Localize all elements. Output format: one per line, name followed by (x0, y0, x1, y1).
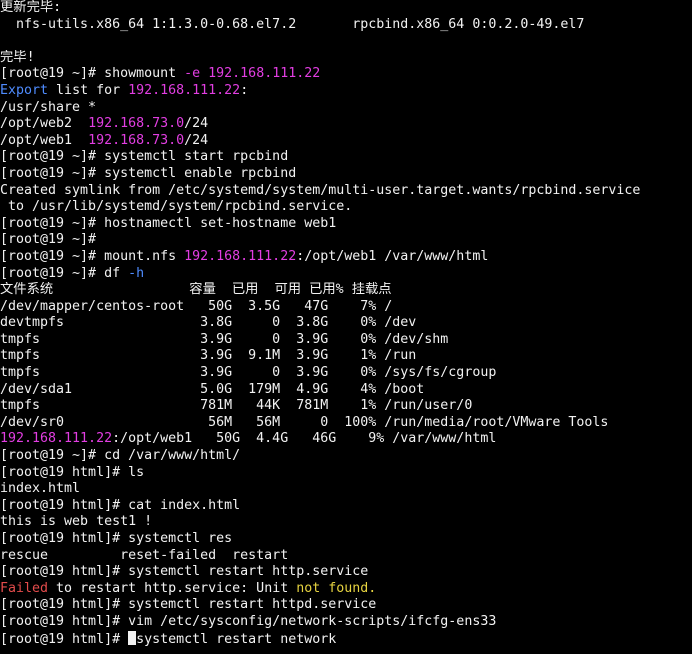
terminal-line: nfs-utils.x86_64 1:1.3.0-0.68.el7.2 rpcb… (0, 17, 692, 34)
terminal-text: [root@19 ~]# cd /var/www/html/ (0, 448, 241, 464)
terminal-text: Created symlink from /etc/systemd/system… (0, 182, 641, 198)
terminal-text: /dev/sda1 5.0G 179M 4.9G 4% /boot (0, 381, 425, 397)
terminal-text: not found. (296, 580, 377, 596)
terminal-line: Failed to restart http.service: Unit not… (0, 581, 692, 598)
terminal-text: [root@19 ~]# systemctl enable rpcbind (0, 165, 297, 181)
terminal-text: [root@19 ~]# mount.nfs (0, 248, 185, 264)
terminal-text: tmpfs 781M 44K 781M 1% /run/user/0 (0, 398, 473, 414)
terminal-text: :/opt/web1 /var/www/html (296, 248, 489, 264)
terminal-text: 更新完毕: (0, 0, 62, 15)
terminal-line: tmpfs 3.9G 0 3.9G 0% /sys/fs/cgroup (0, 365, 692, 382)
terminal-line: /usr/share * (0, 100, 692, 117)
terminal-text: 文件系统 容量 已用 可用 已用% 挂载点 (0, 282, 392, 298)
terminal-line: 192.168.111.22:/opt/web1 50G 4.4G 46G 9%… (0, 431, 692, 448)
terminal-text: devtmpfs 3.8G 0 3.8G 0% /dev (0, 315, 417, 331)
terminal-text: tmpfs 3.9G 0 3.9G 0% /dev/shm (0, 331, 449, 347)
terminal-text: -e (184, 66, 201, 82)
terminal-text: Export (0, 82, 49, 98)
terminal-text: [root@19 ~]# showmount (0, 66, 185, 82)
terminal-line: /dev/sda1 5.0G 179M 4.9G 4% /boot (0, 382, 692, 399)
terminal-text: [root@19 html]# vim /etc/sysconfig/netwo… (0, 613, 497, 629)
terminal-line: [root@19 ~]# hostnamectl set-hostname we… (0, 216, 692, 233)
text-cursor (128, 630, 137, 645)
terminal-text: [root@19 html]# systemctl restart http.s… (0, 564, 369, 580)
terminal-text: /dev/sr0 56M 56M 0 100% /run/media/root/… (0, 414, 609, 430)
terminal-line: [root@19 html]# ls (0, 465, 692, 482)
terminal-text: 192.168.73.0 (88, 132, 185, 148)
terminal-line: [root@19 ~]# systemctl start rpcbind (0, 149, 692, 166)
terminal-text: 完毕! (0, 49, 35, 65)
terminal-text: :/opt/web1 50G 4.4G 46G 9% /var/www/html (112, 431, 497, 447)
terminal-text: to /usr/lib/systemd/system/rpcbind.servi… (0, 199, 353, 215)
terminal-text: /24 (184, 132, 209, 148)
terminal-text: list for (48, 82, 129, 98)
terminal-text: tmpfs 3.9G 9.1M 3.9G 1% /run (0, 348, 417, 364)
terminal-text: [root@19 html]# systemctl res (0, 531, 233, 546)
terminal-line: tmpfs 3.9G 9.1M 3.9G 1% /run (0, 348, 692, 365)
terminal-text: rescue reset-failed restart (0, 547, 289, 563)
terminal-text: [root@19 ~]# df (0, 265, 129, 281)
terminal-line: [root@19 html]# systemctl res (0, 531, 692, 548)
terminal-line: 完毕! (0, 50, 692, 67)
terminal-text: systemctl restart network (136, 631, 337, 647)
terminal-line: /dev/mapper/centos-root 50G 3.5G 47G 7% … (0, 299, 692, 316)
terminal-line: Export list for 192.168.111.22: (0, 83, 692, 100)
terminal-text: nfs-utils.x86_64 1:1.3.0-0.68.el7.2 rpcb… (0, 16, 585, 32)
terminal-text: [root@19 html]# systemctl restart httpd.… (0, 597, 377, 613)
terminal-text: 192.168.111.22 (208, 66, 321, 82)
terminal-text: [root@19 ~]# systemctl start rpcbind (0, 149, 289, 165)
terminal-line: [root@19 ~]# showmount -e 192.168.111.22 (0, 66, 692, 83)
terminal-line: [root@19 ~]# df -h (0, 266, 692, 283)
terminal-line: /opt/web2 192.168.73.0/24 (0, 116, 692, 133)
terminal-line: index.html (0, 481, 692, 498)
terminal-line: [root@19 ~]# mount.nfs 192.168.111.22:/o… (0, 249, 692, 266)
terminal-line: [root@19 html]# cat index.html (0, 498, 692, 515)
terminal-line: [root@19 html]# systemctl restart networ… (0, 630, 692, 648)
terminal-text: : (240, 82, 249, 98)
terminal-line: [root@19 ~]# (0, 232, 692, 249)
terminal-line: [root@19 html]# vim /etc/sysconfig/netwo… (0, 614, 692, 631)
terminal-text: /24 (184, 116, 209, 132)
terminal-text: [root@19 html]# cat index.html (0, 497, 241, 513)
terminal-line: /opt/web1 192.168.73.0/24 (0, 133, 692, 150)
terminal-text: 192.168.111.22 (0, 431, 113, 447)
terminal-line: rescue reset-failed restart (0, 548, 692, 565)
terminal-window[interactable]: 更新完毕: nfs-utils.x86_64 1:1.3.0-0.68.el7.… (0, 0, 692, 654)
terminal-line: devtmpfs 3.8G 0 3.8G 0% /dev (0, 315, 692, 332)
terminal-text: to restart http.service: Unit (48, 580, 297, 596)
terminal-text: 192.168.73.0 (88, 116, 185, 132)
terminal-line: to /usr/lib/systemd/system/rpcbind.servi… (0, 199, 692, 216)
terminal-text: [root@19 ~]# hostnamectl set-hostname we… (0, 215, 337, 231)
terminal-text: 192.168.111.22 (184, 248, 297, 264)
terminal-text: Failed (0, 580, 49, 596)
terminal-line: [root@19 ~]# systemctl enable rpcbind (0, 166, 692, 183)
terminal-text: [root@19 ~]# (0, 232, 97, 248)
terminal-line: 更新完毕: (0, 0, 692, 17)
terminal-text: /opt/web1 (0, 132, 89, 148)
terminal-line: 文件系统 容量 已用 可用 已用% 挂载点 (0, 282, 692, 299)
terminal-line: tmpfs 781M 44K 781M 1% /run/user/0 (0, 398, 692, 415)
terminal-line: this is web test1 ! (0, 514, 692, 531)
terminal-text: -h (128, 265, 145, 281)
terminal-line: [root@19 html]# systemctl restart httpd.… (0, 597, 692, 614)
terminal-text: [root@19 html]# ls (0, 464, 145, 480)
terminal-text: 192.168.111.22 (128, 82, 241, 98)
terminal-text: [root@19 html]# (0, 631, 129, 647)
terminal-line: [root@19 ~]# cd /var/www/html/ (0, 448, 692, 465)
terminal-line: Created symlink from /etc/systemd/system… (0, 183, 692, 200)
terminal-line: [root@19 html]# systemctl restart http.s… (0, 564, 692, 581)
terminal-text: tmpfs 3.9G 0 3.9G 0% /sys/fs/cgroup (0, 365, 497, 381)
terminal-line: tmpfs 3.9G 0 3.9G 0% /dev/shm (0, 332, 692, 349)
terminal-line: /dev/sr0 56M 56M 0 100% /run/media/root/… (0, 415, 692, 432)
terminal-text: /dev/mapper/centos-root 50G 3.5G 47G 7% … (0, 298, 393, 314)
terminal-text: index.html (0, 481, 81, 497)
terminal-text: /opt/web2 (0, 116, 89, 132)
terminal-text: /usr/share * (0, 99, 97, 115)
terminal-text: this is web test1 ! (0, 514, 153, 530)
